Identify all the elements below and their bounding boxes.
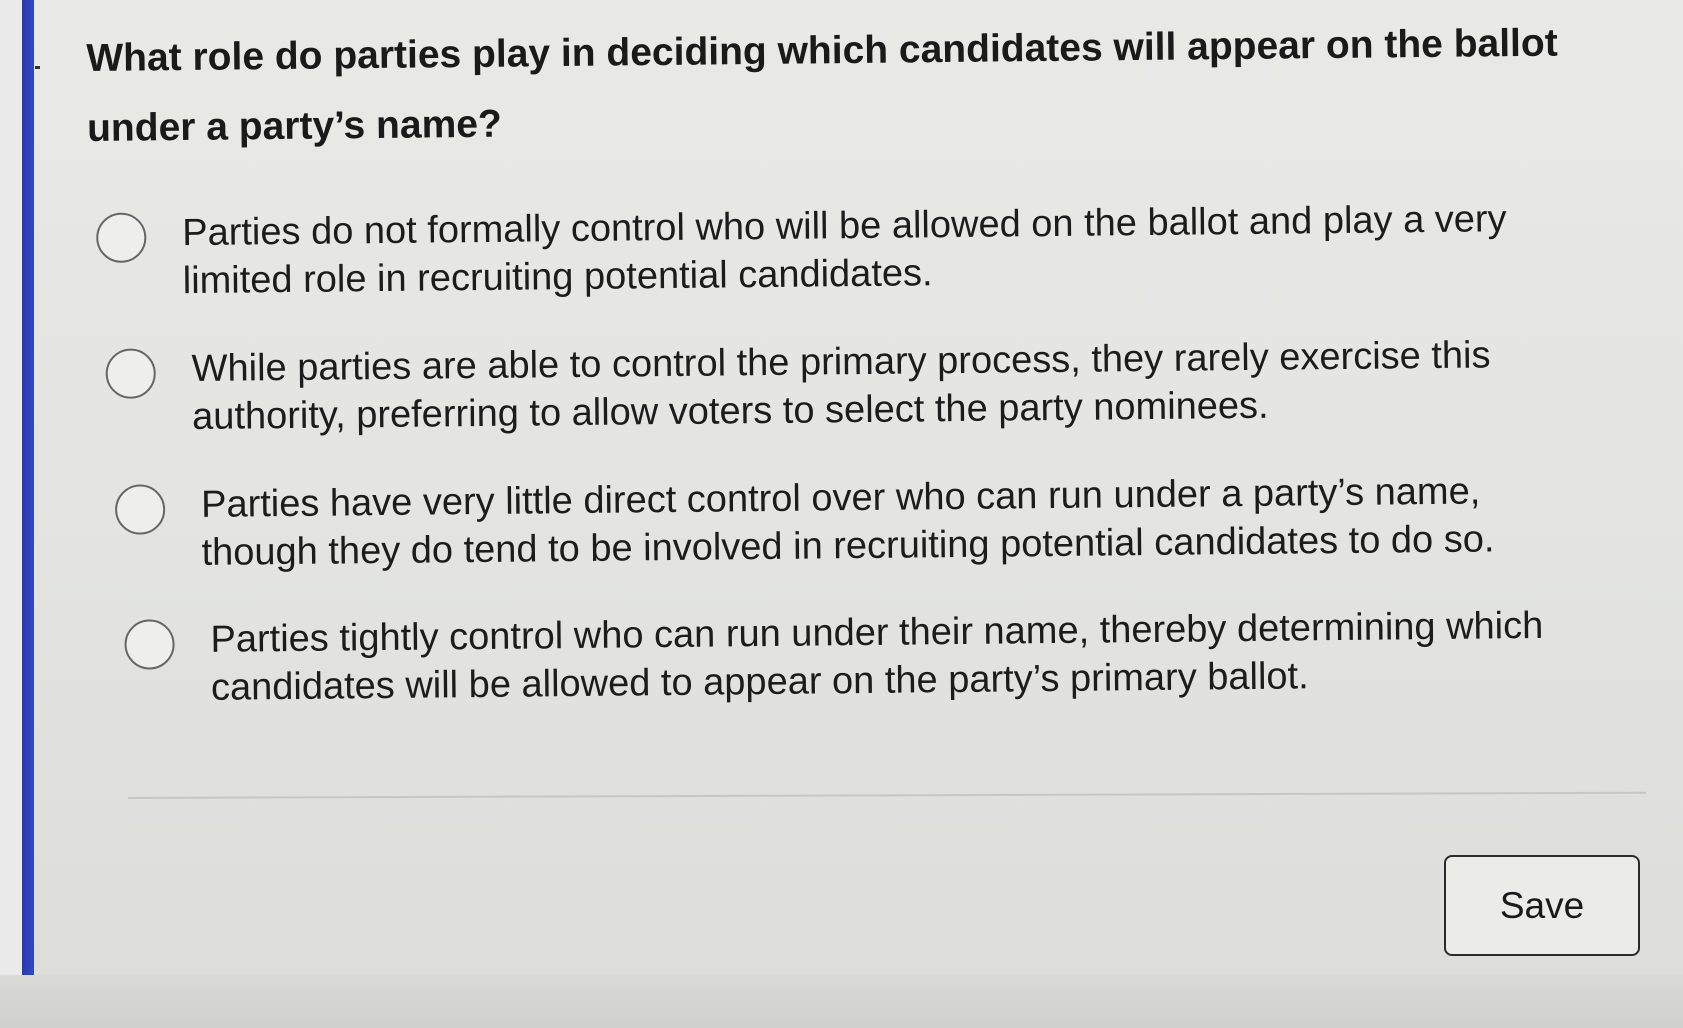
option-3[interactable]: Parties have very little direct control … — [114, 467, 1562, 578]
question-text: What role do parties play in deciding wh… — [86, 21, 1558, 150]
option-2-label: While parties are able to control the pr… — [191, 334, 1491, 439]
option-2[interactable]: While parties are able to control the pr… — [105, 331, 1552, 442]
left-accent-bar — [0, 0, 34, 975]
radio-button-4[interactable] — [124, 619, 175, 670]
page-bottom-edge — [0, 975, 1683, 1028]
option-4[interactable]: Parties tightly control who can run unde… — [124, 602, 1571, 713]
option-3-label: Parties have very little direct control … — [200, 470, 1495, 574]
radio-button-3[interactable] — [114, 484, 166, 535]
option-4-label: Parties tightly control who can run unde… — [210, 604, 1544, 709]
answer-options: Parties do not formally control who will… — [96, 194, 1616, 709]
option-1[interactable]: Parties do not formally control who will… — [96, 195, 1543, 306]
radio-button-2[interactable] — [105, 348, 156, 399]
section-divider — [128, 791, 1646, 799]
option-1-label: Parties do not formally control who will… — [182, 198, 1507, 303]
radio-button-1[interactable] — [96, 212, 147, 263]
bullet-marker — [35, 66, 40, 69]
save-button[interactable]: Save — [1444, 855, 1640, 956]
